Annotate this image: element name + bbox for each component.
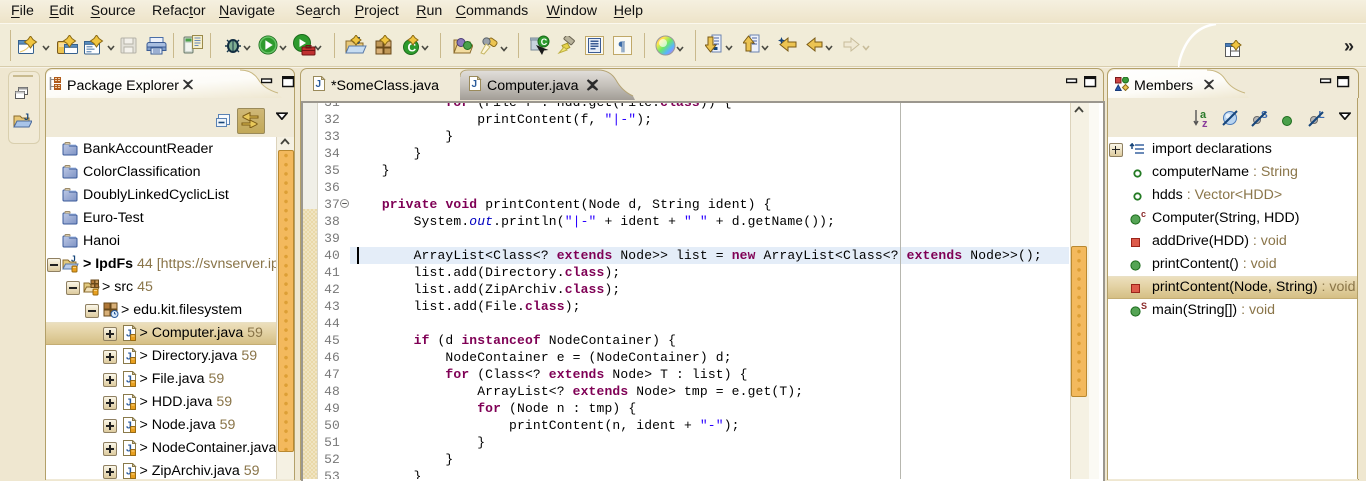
svg-text:J: J bbox=[472, 79, 478, 90]
svg-text:J: J bbox=[24, 113, 29, 122]
svg-text:J: J bbox=[71, 255, 76, 264]
svg-text:¶: ¶ bbox=[618, 40, 626, 55]
svg-text:z: z bbox=[1202, 118, 1208, 128]
svg-text:J: J bbox=[316, 79, 322, 90]
svg-text:C: C bbox=[541, 37, 548, 47]
